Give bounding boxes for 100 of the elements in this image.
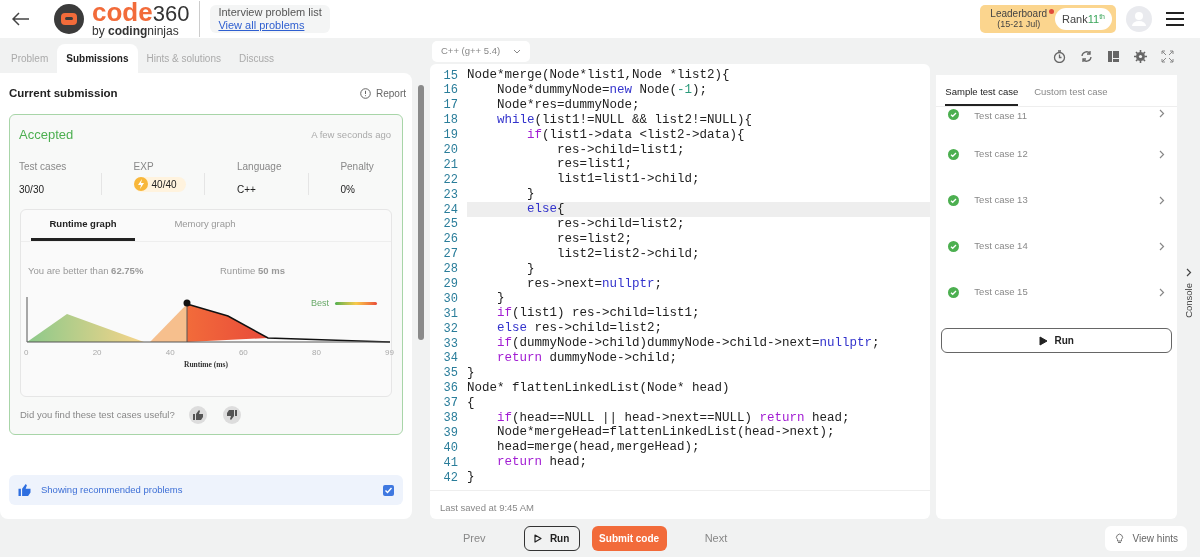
thumbs-down-button[interactable] bbox=[222, 405, 241, 424]
problem-list-title: Interview problem list bbox=[218, 6, 322, 19]
code-line: Node*dummyNode=new Node(-1); bbox=[496, 82, 709, 98]
code-line: list1=list1->child; bbox=[556, 172, 701, 188]
line-number: 26 bbox=[442, 231, 458, 248]
line-number: 34 bbox=[442, 350, 458, 367]
view-all-problems-link[interactable]: View all problems bbox=[218, 19, 322, 32]
line-number: 30 bbox=[442, 290, 458, 308]
run-tests-button[interactable]: Run bbox=[941, 328, 1173, 353]
line-number: 25 bbox=[442, 216, 458, 233]
fullscreen-icon[interactable] bbox=[1161, 50, 1175, 63]
code-line: Node*mergeHead=flattenLinkedList(head->next); bbox=[496, 425, 836, 441]
info-icon bbox=[360, 88, 371, 100]
graph-tab[interactable]: Memory graph bbox=[153, 209, 257, 241]
chevron-right-icon bbox=[1159, 149, 1166, 159]
code-line: res->child=list1; bbox=[556, 142, 686, 158]
thumbs-up-button[interactable] bbox=[188, 405, 207, 424]
checkbox[interactable] bbox=[383, 484, 394, 496]
stat-value: 40/40 bbox=[151, 177, 177, 192]
tab[interactable]: Problem bbox=[2, 44, 58, 73]
axis-tick-label: 80 bbox=[312, 347, 321, 359]
line-number: 22 bbox=[442, 171, 458, 189]
status-text: Accepted bbox=[19, 126, 74, 145]
code-line: { bbox=[467, 395, 476, 411]
stat-label: Test cases bbox=[19, 159, 68, 174]
back-arrow-icon[interactable] bbox=[12, 12, 30, 26]
code-line: } bbox=[526, 187, 536, 203]
console-toggle[interactable]: Console bbox=[1181, 268, 1197, 318]
last-saved-text: Last saved at 9:45 AM bbox=[440, 502, 534, 513]
code-line: return head; bbox=[496, 455, 588, 471]
percentile-text: You are better than 62.75% bbox=[28, 263, 145, 278]
prev-button[interactable]: Prev bbox=[463, 529, 486, 547]
line-number: 19 bbox=[442, 127, 458, 144]
chevron-right-icon bbox=[1159, 195, 1166, 205]
chevron-right-icon bbox=[1186, 268, 1192, 277]
chevron-down-icon bbox=[513, 48, 521, 54]
test-case-item[interactable]: Test case 14 bbox=[936, 223, 1178, 269]
layout-icon[interactable] bbox=[1107, 50, 1121, 63]
code-line: } bbox=[496, 291, 506, 307]
test-tab[interactable]: Sample test case bbox=[945, 81, 1019, 106]
code-line: res=list2; bbox=[556, 231, 633, 247]
leaderboard-badge[interactable]: Leaderboard (15-21 Jul) Rank11$^{th}$ bbox=[980, 5, 1116, 33]
stat-label: EXP bbox=[133, 159, 155, 174]
test-case-item[interactable]: Test case 13 bbox=[936, 177, 1178, 223]
line-number: 23 bbox=[442, 186, 458, 204]
line-number: 36 bbox=[442, 380, 458, 397]
graph-tab[interactable]: Runtime graph bbox=[31, 209, 135, 241]
chevron-right-icon bbox=[1159, 287, 1166, 297]
line-number: 31 bbox=[442, 305, 458, 323]
stat-label: Language bbox=[236, 159, 283, 174]
code-line: Node*merge(Node*list1,Node *list2){ bbox=[467, 68, 731, 83]
code-line: Node* flattenLinkedList(Node* head) bbox=[467, 380, 731, 396]
tab[interactable]: Discuss bbox=[230, 44, 283, 73]
line-number: 33 bbox=[442, 335, 458, 352]
line-number: 17 bbox=[442, 97, 458, 114]
test-case-item[interactable]: Test case 11 bbox=[936, 109, 1178, 131]
stat-label: Penalty bbox=[340, 159, 375, 174]
logo-tagline: by codingninjas bbox=[92, 24, 180, 38]
test-case-item[interactable]: Test case 12 bbox=[936, 131, 1178, 177]
submit-code-button[interactable]: Submit code bbox=[591, 525, 667, 551]
stat-value: 0% bbox=[340, 182, 356, 197]
lightbulb-icon bbox=[1113, 532, 1125, 544]
line-number: 42 bbox=[442, 469, 458, 487]
code-line: return dummyNode->child; bbox=[496, 351, 679, 366]
line-number: 40 bbox=[442, 439, 458, 457]
stat-value: 30/30 bbox=[19, 182, 46, 197]
code-line: res=list1; bbox=[556, 157, 633, 173]
refresh-icon[interactable] bbox=[1080, 50, 1094, 63]
line-number: 18 bbox=[442, 112, 458, 129]
language-dropdown[interactable]: C++ (g++ 5.4) bbox=[432, 40, 530, 62]
run-button[interactable]: Run bbox=[523, 525, 580, 551]
thumbs-up-icon bbox=[18, 484, 31, 497]
line-number: 28 bbox=[442, 261, 458, 278]
scrollbar-thumb[interactable] bbox=[418, 85, 424, 340]
axis-tick-label: 0 bbox=[24, 347, 29, 359]
settings-icon[interactable] bbox=[1134, 50, 1148, 63]
recommended-label: Showing recommended problems bbox=[41, 483, 184, 498]
legend-gradient-bar bbox=[335, 302, 377, 306]
code-line: res->child=list2; bbox=[556, 216, 686, 232]
test-tab[interactable]: Custom test case bbox=[1034, 81, 1108, 106]
timer-icon[interactable] bbox=[1053, 50, 1067, 63]
line-number: 29 bbox=[442, 276, 458, 293]
feedback-question: Did you find these test cases useful? bbox=[20, 407, 175, 422]
logo-icon bbox=[54, 4, 84, 34]
line-number: 16 bbox=[442, 82, 458, 99]
thumbs-down-icon bbox=[226, 409, 237, 420]
next-button[interactable]: Next bbox=[704, 529, 728, 547]
logo-number: 360 bbox=[152, 2, 190, 25]
view-hints-button[interactable]: View hints bbox=[1104, 525, 1187, 551]
tab[interactable]: Hints & solutions bbox=[137, 44, 230, 73]
runtime-text: Runtime 50 ms bbox=[220, 263, 285, 278]
test-case-item[interactable]: Test case 15 bbox=[936, 269, 1178, 315]
logo-word: code bbox=[92, 0, 153, 23]
play-icon bbox=[1039, 335, 1049, 346]
code-line: } bbox=[526, 261, 536, 277]
code-line: if(dummyNode->child)dummyNode->child->next=nullptr; bbox=[496, 336, 881, 351]
code-line: } bbox=[467, 470, 476, 485]
tab[interactable]: Submissions bbox=[57, 44, 138, 73]
report-button[interactable]: Report bbox=[360, 86, 406, 102]
menu-icon[interactable] bbox=[1166, 11, 1184, 27]
